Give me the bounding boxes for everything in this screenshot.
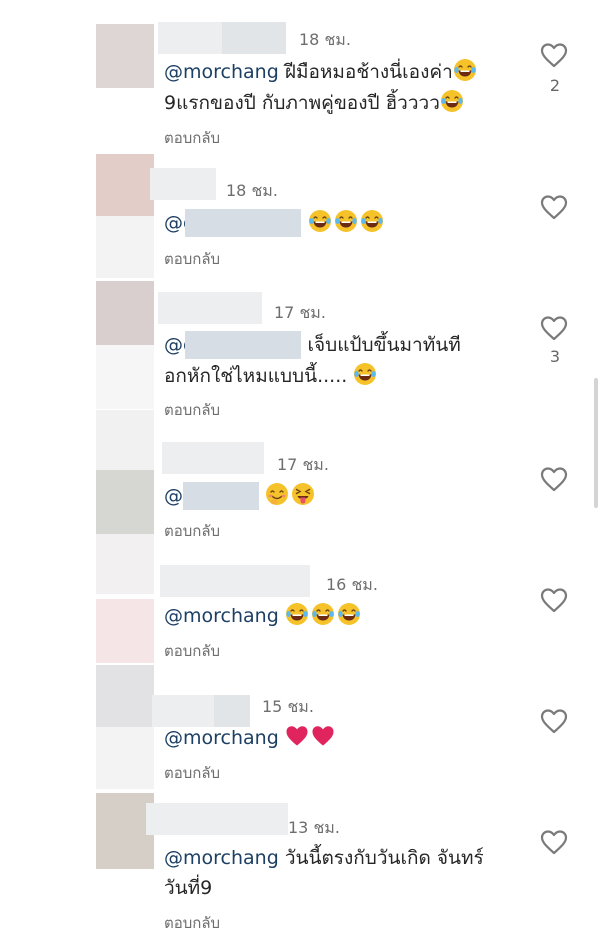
- username-blurred[interactable]: [162, 442, 264, 474]
- mention-link[interactable]: @morchang: [164, 847, 279, 869]
- comment-item: 13 ชม. @morchang วันนี้ตรงกับวันเกิด จัน…: [0, 793, 600, 940]
- heart-red-emoji: [285, 724, 309, 748]
- blurred-username: [183, 482, 259, 510]
- heart-outline-icon[interactable]: [540, 194, 568, 220]
- blurred-username: [185, 331, 302, 359]
- mention-link[interactable]: @morchang: [164, 61, 279, 83]
- heart-outline-icon[interactable]: [540, 708, 568, 734]
- comment-time: 18 ชม.: [226, 181, 278, 200]
- comment-text: @: [164, 481, 317, 511]
- comment-time: 17 ชม.: [277, 455, 329, 474]
- blurred-username: [185, 209, 302, 237]
- reply-button[interactable]: ตอบกลับ: [164, 639, 220, 663]
- smiling-emoji: [265, 482, 289, 506]
- laughing-emoji: [353, 362, 377, 386]
- comment-text-line2: อกหักใช่ไหมแบบนี้.....: [164, 361, 379, 391]
- username-blurred[interactable]: [146, 803, 288, 835]
- heart-outline-icon[interactable]: [540, 829, 568, 855]
- laughing-emoji: [440, 89, 464, 113]
- comment-time: 13 ชม.: [288, 818, 340, 837]
- like-count[interactable]: 2: [545, 76, 565, 95]
- comment-time: 18 ชม.: [299, 30, 351, 49]
- reply-button[interactable]: ตอบกลับ: [164, 398, 220, 422]
- laughing-emoji: [453, 58, 477, 82]
- comment-text: @morchang: [164, 601, 363, 631]
- avatar[interactable]: [96, 665, 154, 789]
- comment-text: @morchang ฝีมือหมอช้างนี่เองค่า: [164, 57, 479, 87]
- mention-link[interactable]: @morchang: [164, 605, 279, 627]
- heart-outline-icon[interactable]: [540, 466, 568, 492]
- laughing-emoji: [337, 602, 361, 626]
- comment-item: 15 ชม. @morchang ตอบกลับ: [0, 665, 600, 795]
- comment-time: 16 ชม.: [326, 575, 378, 594]
- laughing-emoji: [360, 209, 384, 233]
- comment-time: 15 ชม.: [262, 697, 314, 716]
- reply-button[interactable]: ตอบกลับ: [164, 519, 220, 543]
- heart-outline-icon[interactable]: [540, 315, 568, 341]
- mention-link[interactable]: @morchang: [164, 727, 279, 749]
- laughing-emoji: [285, 602, 309, 626]
- comment-text-line2: 9แรกของปี กับภาพคู่ของปี ฮิ้วววว: [164, 88, 466, 118]
- comment-text: @morchang: [164, 723, 337, 753]
- comment-item: 16 ชม. @morchang ตอบกลับ: [0, 555, 600, 675]
- username-blurred[interactable]: [158, 22, 286, 54]
- reply-button[interactable]: ตอบกลับ: [164, 126, 220, 150]
- username-blurred[interactable]: [150, 168, 216, 200]
- heart-red-emoji: [311, 724, 335, 748]
- heart-outline-icon[interactable]: [540, 587, 568, 613]
- username-blurred[interactable]: [158, 292, 262, 324]
- scrollbar[interactable]: [594, 378, 598, 508]
- avatar[interactable]: [96, 24, 154, 88]
- laughing-emoji: [334, 209, 358, 233]
- mention-link[interactable]: @: [164, 485, 183, 507]
- laughing-emoji: [308, 209, 332, 233]
- comment-text-line2: วันที่9: [164, 877, 213, 899]
- comment-item: 17 ชม. @ ตอบกลับ: [0, 410, 600, 594]
- avatar[interactable]: [96, 281, 154, 409]
- heart-outline-icon[interactable]: [540, 42, 568, 68]
- reply-button[interactable]: ตอบกลับ: [164, 247, 220, 271]
- comment-item: 18 ชม. @morchang ฝีมือหมอช้างนี่เองค่า 9…: [0, 0, 600, 150]
- avatar[interactable]: [96, 599, 154, 663]
- tongue-emoji: [291, 482, 315, 506]
- comment-text: @c เจ็บแป้บขึ้นมาทันที: [164, 330, 461, 360]
- comment-item: 18 ชม. @c ตอบกลับ: [0, 150, 600, 278]
- comment-item: 17 ชม. @c เจ็บแป้บขึ้นมาทันที อกหักใช่ไห…: [0, 275, 600, 430]
- comment-text: @morchang วันนี้ตรงกับวันเกิด จันทร์: [164, 847, 484, 869]
- username-blurred[interactable]: [160, 565, 310, 597]
- comment-text: @c: [164, 208, 386, 238]
- like-count[interactable]: 3: [545, 347, 565, 366]
- reply-button[interactable]: ตอบกลับ: [164, 761, 220, 785]
- laughing-emoji: [311, 602, 335, 626]
- avatar[interactable]: [96, 154, 154, 278]
- reply-button[interactable]: ตอบกลับ: [164, 911, 220, 935]
- comment-time: 17 ชม.: [274, 303, 326, 322]
